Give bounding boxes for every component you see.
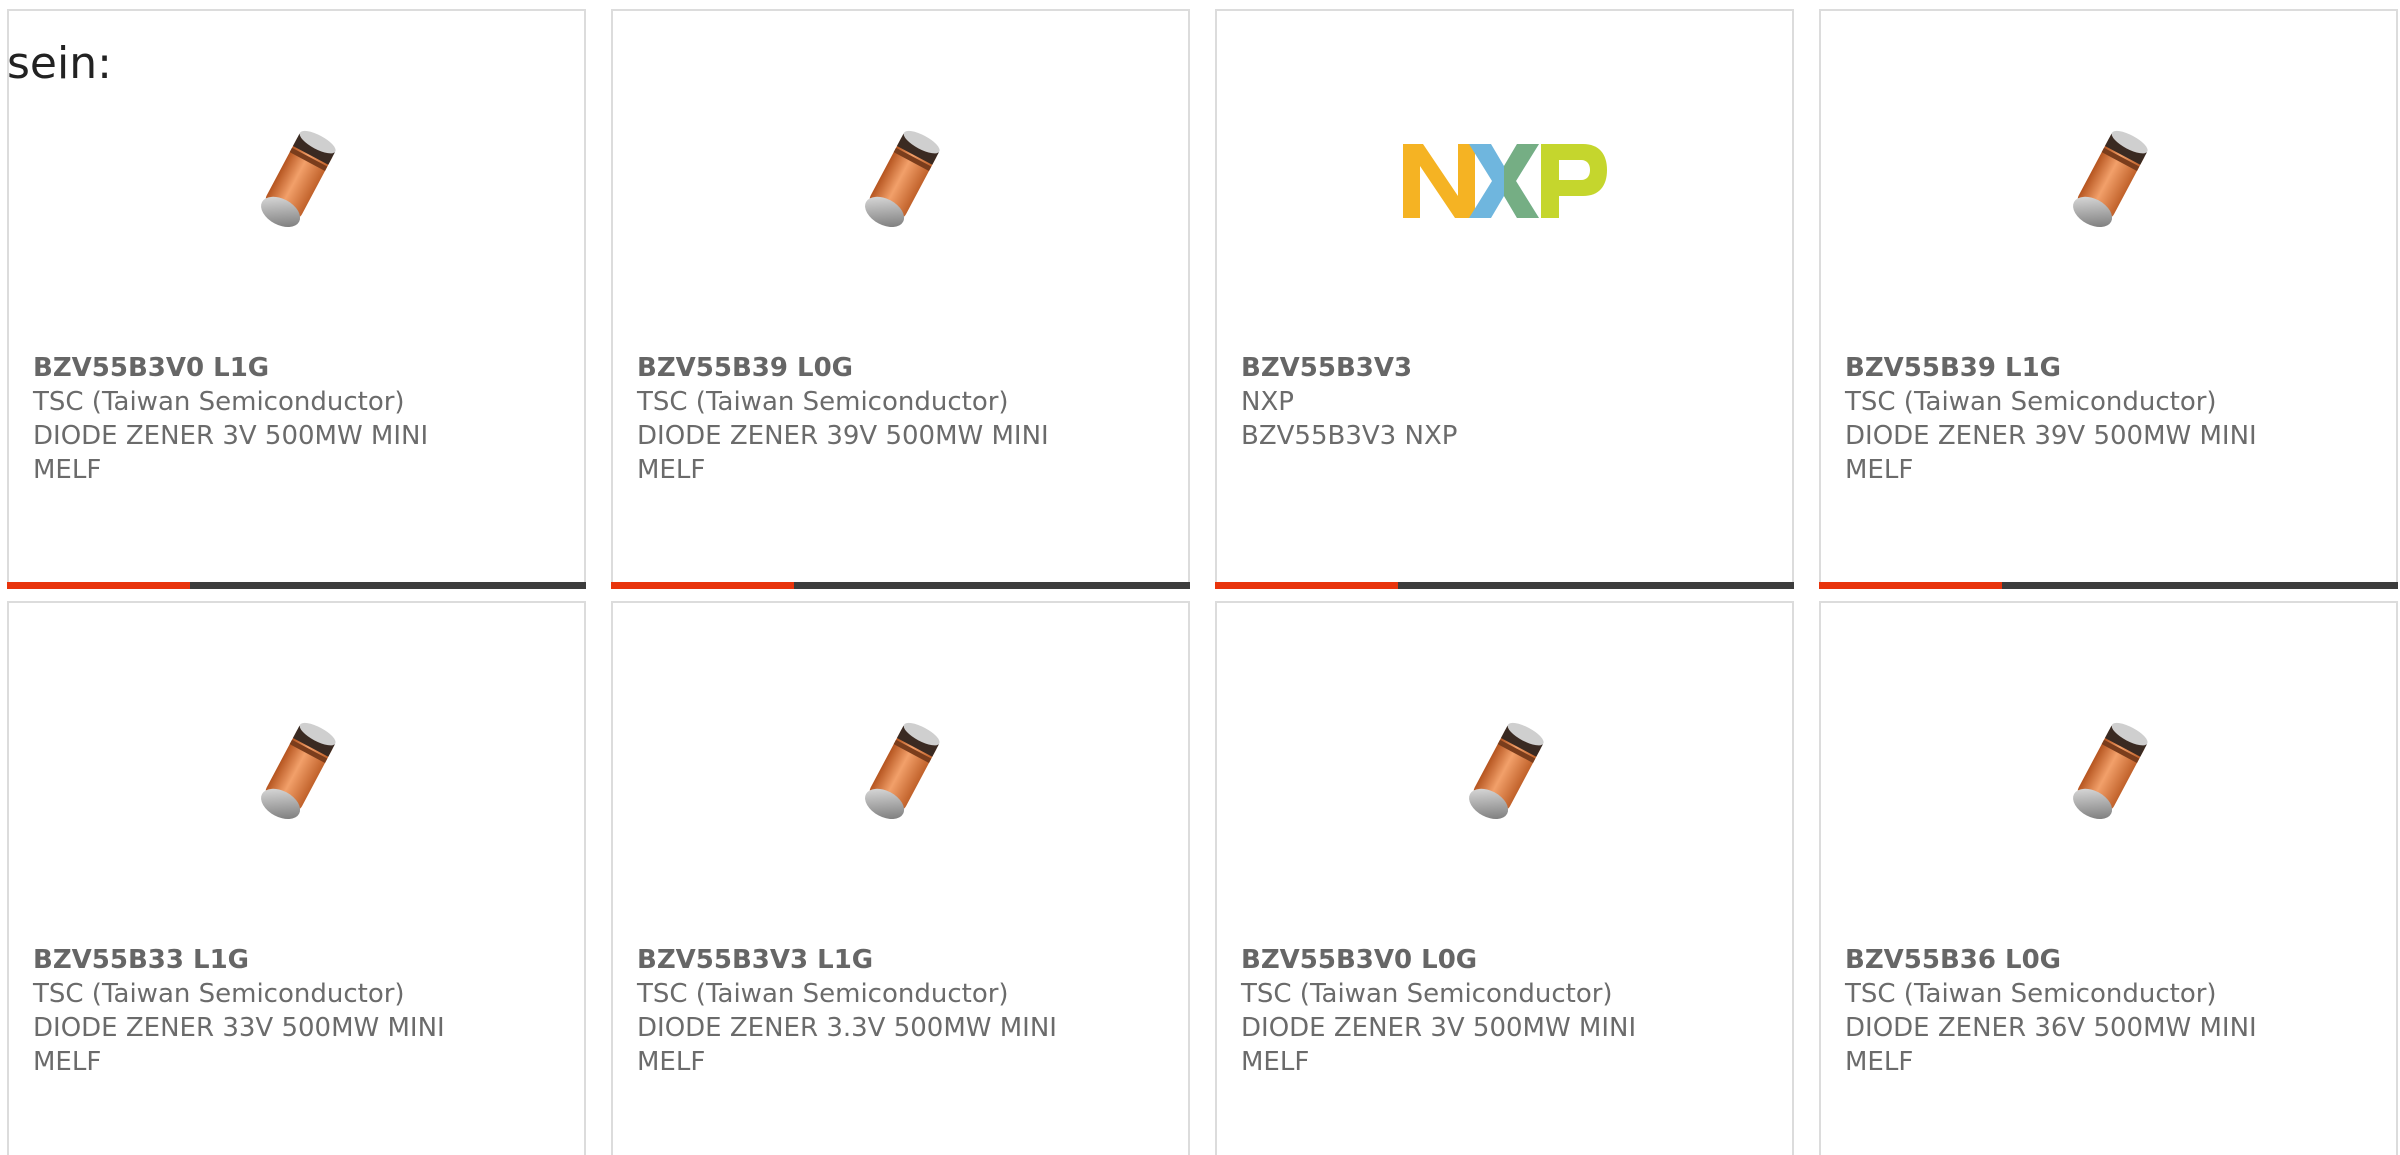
manufacturer: TSC (Taiwan Semiconductor)	[637, 979, 1009, 1009]
product-info: BZV55B3V3 L1G TSC (Taiwan Semiconductor)…	[637, 943, 1067, 1079]
product-image-diode	[9, 713, 584, 833]
diode-icon	[851, 718, 951, 828]
product-image-diode	[1217, 713, 1792, 833]
description: BZV55B3V3 NXP	[1241, 421, 1458, 451]
product-image-diode	[9, 121, 584, 241]
diode-icon	[2059, 718, 2159, 828]
product-card[interactable]: BZV55B39 L1G TSC (Taiwan Semiconductor) …	[1819, 9, 2398, 589]
product-card[interactable]: BZV55B3V0 L1G TSC (Taiwan Semiconductor)…	[7, 9, 586, 589]
product-card[interactable]: BZV55B39 L0G TSC (Taiwan Semiconductor) …	[611, 9, 1190, 589]
accent-segment	[611, 582, 794, 589]
description: DIODE ZENER 3.3V 500MW MINI MELF	[637, 1013, 1057, 1077]
product-card[interactable]: BZV55B3V0 L0G TSC (Taiwan Semiconductor)…	[1215, 601, 1794, 1155]
product-image-diode	[1821, 121, 2396, 241]
product-card[interactable]: BZV55B36 L0G TSC (Taiwan Semiconductor) …	[1819, 601, 2398, 1155]
product-card[interactable]: BZV55B33 L1G TSC (Taiwan Semiconductor) …	[7, 601, 586, 1155]
accent-segment	[7, 582, 190, 589]
part-number[interactable]: BZV55B3V0 L1G	[33, 351, 463, 385]
description: DIODE ZENER 3V 500MW MINI MELF	[33, 421, 429, 485]
part-number[interactable]: BZV55B3V0 L0G	[1241, 943, 1671, 977]
part-number[interactable]: BZV55B36 L0G	[1845, 943, 2275, 977]
part-number[interactable]: BZV55B3V3	[1241, 351, 1671, 385]
product-info: BZV55B33 L1G TSC (Taiwan Semiconductor) …	[33, 943, 463, 1079]
description: DIODE ZENER 39V 500MW MINI MELF	[1845, 421, 2257, 485]
product-info: BZV55B36 L0G TSC (Taiwan Semiconductor) …	[1845, 943, 2275, 1079]
card-accent-bar	[1819, 582, 2398, 589]
product-image-diode	[613, 121, 1188, 241]
card-accent-bar	[611, 582, 1190, 589]
description: DIODE ZENER 33V 500MW MINI MELF	[33, 1013, 445, 1077]
product-info: BZV55B3V3 NXP BZV55B3V3 NXP	[1241, 351, 1671, 453]
nxp-logo	[1402, 144, 1607, 218]
accent-segment	[1819, 582, 2002, 589]
product-card[interactable]: BZV55B3V3 NXP BZV55B3V3 NXP	[1215, 9, 1794, 589]
product-card[interactable]: BZV55B3V3 L1G TSC (Taiwan Semiconductor)…	[611, 601, 1190, 1155]
diode-icon	[247, 718, 347, 828]
page: sein: BZV55B3V0 L1G TSC (Taiwan Semicond…	[0, 0, 2400, 1155]
description: DIODE ZENER 39V 500MW MINI MELF	[637, 421, 1049, 485]
part-number[interactable]: BZV55B39 L1G	[1845, 351, 2275, 385]
manufacturer: TSC (Taiwan Semiconductor)	[637, 387, 1009, 417]
manufacturer: TSC (Taiwan Semiconductor)	[1845, 979, 2217, 1009]
product-image-diode	[613, 713, 1188, 833]
product-info: BZV55B39 L0G TSC (Taiwan Semiconductor) …	[637, 351, 1067, 487]
part-number[interactable]: BZV55B33 L1G	[33, 943, 463, 977]
manufacturer: TSC (Taiwan Semiconductor)	[33, 979, 405, 1009]
description: DIODE ZENER 36V 500MW MINI MELF	[1845, 1013, 2257, 1077]
part-number[interactable]: BZV55B3V3 L1G	[637, 943, 1067, 977]
product-info: BZV55B3V0 L0G TSC (Taiwan Semiconductor)…	[1241, 943, 1671, 1079]
description: DIODE ZENER 3V 500MW MINI MELF	[1241, 1013, 1637, 1077]
manufacturer: TSC (Taiwan Semiconductor)	[1241, 979, 1613, 1009]
diode-icon	[247, 126, 347, 236]
manufacturer: NXP	[1241, 387, 1294, 417]
diode-icon	[2059, 126, 2159, 236]
card-accent-bar	[7, 582, 586, 589]
product-info: BZV55B3V0 L1G TSC (Taiwan Semiconductor)…	[33, 351, 463, 487]
product-image-diode	[1821, 713, 2396, 833]
diode-icon	[851, 126, 951, 236]
card-accent-bar	[1215, 582, 1794, 589]
manufacturer: TSC (Taiwan Semiconductor)	[1845, 387, 2217, 417]
accent-segment	[1215, 582, 1398, 589]
product-image-nxp	[1217, 121, 1792, 241]
diode-icon	[1455, 718, 1555, 828]
manufacturer: TSC (Taiwan Semiconductor)	[33, 387, 405, 417]
product-info: BZV55B39 L1G TSC (Taiwan Semiconductor) …	[1845, 351, 2275, 487]
part-number[interactable]: BZV55B39 L0G	[637, 351, 1067, 385]
section-heading: sein:	[7, 38, 112, 89]
product-grid: BZV55B3V0 L1G TSC (Taiwan Semiconductor)…	[7, 9, 2400, 1155]
